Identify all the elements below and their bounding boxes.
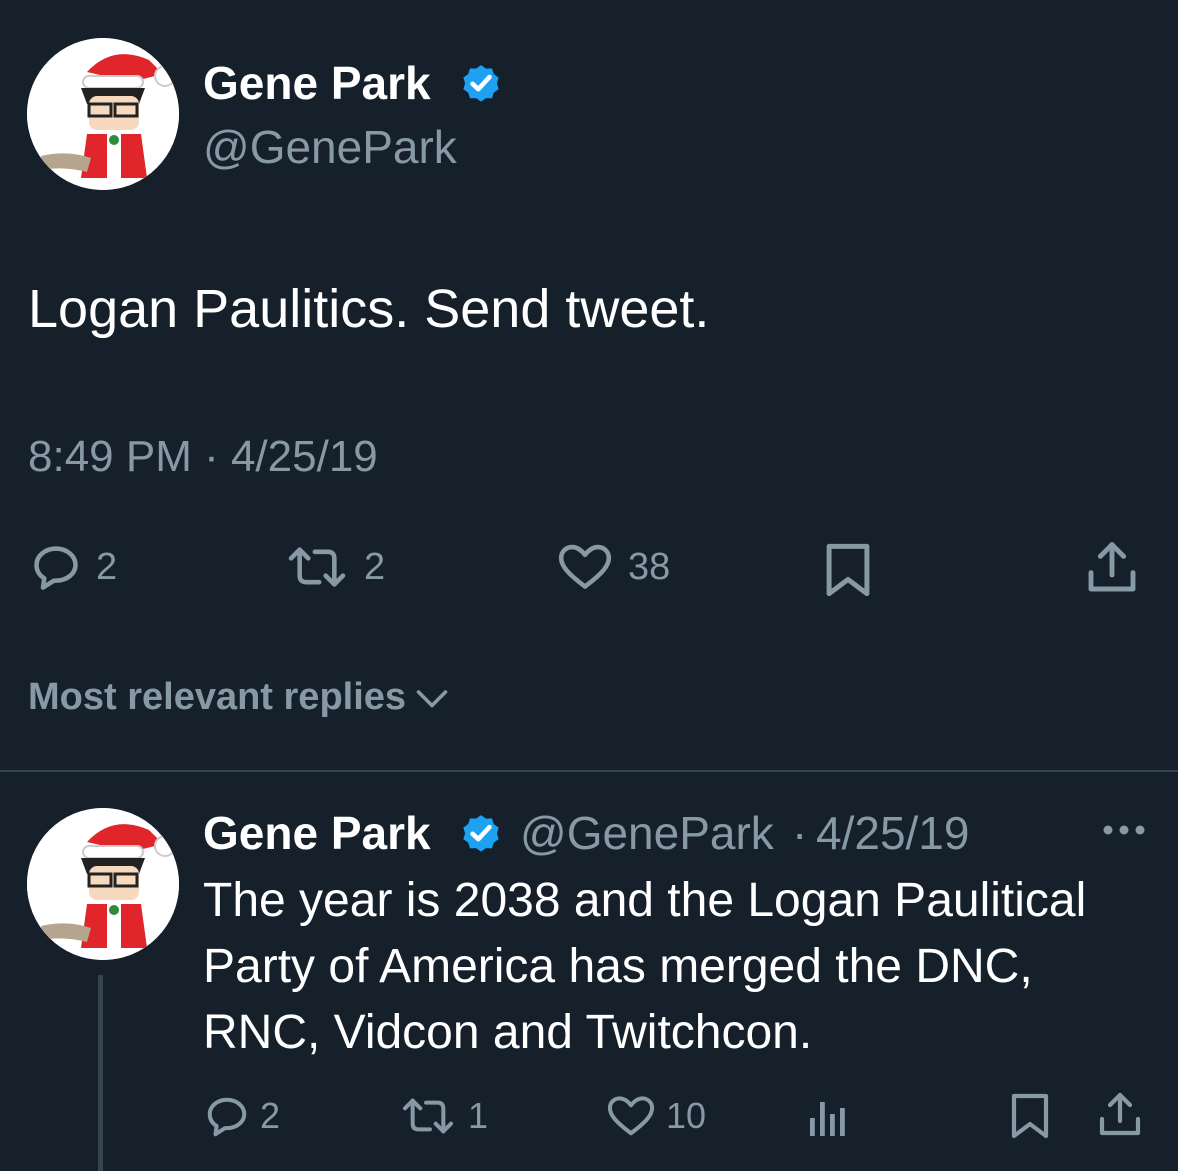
tweet-detail-page: Gene Park @GenePark Logan Paulitics. Sen… xyxy=(0,0,1178,1171)
verified-badge-icon xyxy=(463,815,499,852)
reply-author-handle[interactable]: @GenePark xyxy=(520,806,774,860)
section-divider xyxy=(0,770,1178,772)
reply-share-button[interactable] xyxy=(1096,1090,1144,1140)
verified-badge-icon xyxy=(463,65,499,102)
reply-bookmark-button[interactable] xyxy=(1008,1092,1052,1140)
heart-icon xyxy=(607,1096,655,1136)
reply-tweet-text: The year is 2038 and the Logan Paulitica… xyxy=(203,874,1087,1059)
like-count: 38 xyxy=(628,545,671,588)
reply-date[interactable]: 4/25/19 xyxy=(816,806,969,860)
reply-retweet-count: 1 xyxy=(468,1095,489,1136)
heart-icon xyxy=(558,544,612,589)
share-icon xyxy=(1088,542,1136,592)
speech-bubble-icon xyxy=(207,1097,247,1137)
share-button[interactable] xyxy=(1084,539,1140,597)
author-display-name[interactable]: Gene Park xyxy=(203,56,431,110)
bookmark-icon xyxy=(1011,1093,1049,1139)
retweet-button[interactable]: 2 xyxy=(284,541,385,593)
speech-bubble-icon xyxy=(34,546,78,590)
reply-like-button[interactable]: 10 xyxy=(606,1093,706,1139)
reply-reply-button[interactable]: 2 xyxy=(204,1093,280,1139)
tweet-timestamp[interactable]: 8:49 PM · 4/25/19 xyxy=(28,432,378,482)
reply-like-count: 10 xyxy=(666,1095,707,1136)
reply-meta-separator: · xyxy=(792,807,808,859)
bookmark-button[interactable] xyxy=(822,541,874,599)
replies-sort-label: Most relevant replies xyxy=(28,676,407,718)
reply-count: 2 xyxy=(96,545,118,588)
replies-sort-dropdown[interactable]: Most relevant replies xyxy=(28,676,450,719)
bar-chart-icon xyxy=(810,1102,845,1136)
reply-retweet-button[interactable]: 1 xyxy=(398,1093,488,1139)
bookmark-icon xyxy=(826,543,870,597)
thread-connector-line xyxy=(98,975,103,1171)
like-button[interactable]: 38 xyxy=(556,541,670,593)
ellipsis-icon[interactable] xyxy=(1100,820,1148,840)
retweet-icon xyxy=(402,1098,454,1134)
reply-button[interactable]: 2 xyxy=(30,541,117,593)
retweet-count: 2 xyxy=(364,545,386,588)
author-avatar[interactable] xyxy=(27,38,179,190)
avatar-image xyxy=(27,38,179,190)
tweet-text: Logan Paulitics. Send tweet. xyxy=(28,279,710,339)
reply-author-display-name[interactable]: Gene Park xyxy=(203,806,431,860)
reply-reply-count: 2 xyxy=(260,1095,281,1136)
author-handle[interactable]: @GenePark xyxy=(203,120,457,174)
retweet-icon xyxy=(288,547,346,587)
avatar-image xyxy=(27,808,179,960)
share-icon xyxy=(1099,1092,1141,1136)
reply-author-avatar[interactable] xyxy=(27,808,179,960)
chevron-down-icon xyxy=(416,689,448,707)
reply-analytics-button[interactable] xyxy=(806,1094,850,1138)
